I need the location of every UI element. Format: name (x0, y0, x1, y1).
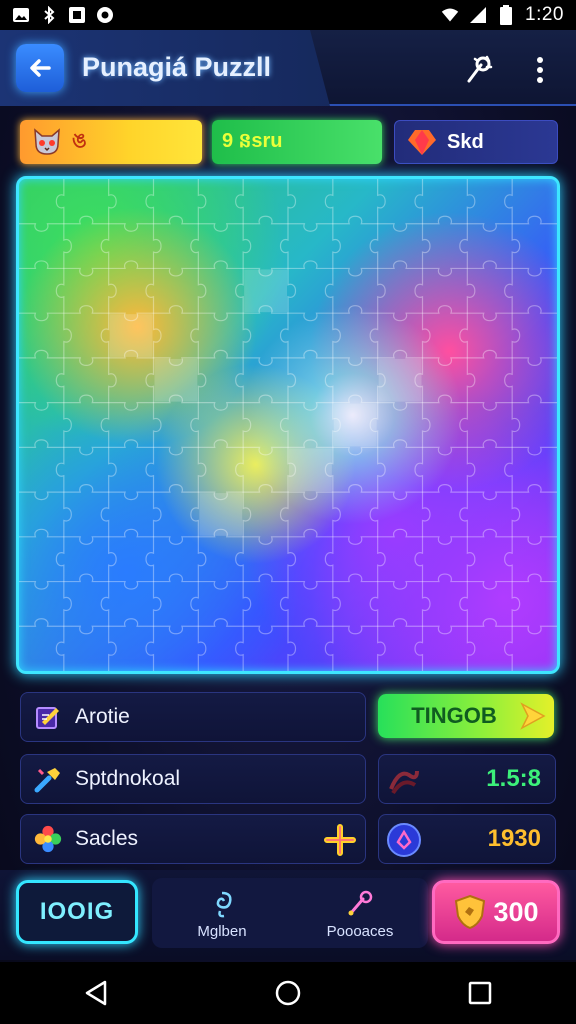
bluetooth-icon (40, 6, 58, 24)
puzzle-piece-highlight (333, 403, 377, 447)
back-button[interactable] (16, 44, 64, 92)
location-icon (96, 6, 114, 24)
go-button[interactable]: TINGOB (378, 694, 554, 738)
heart-gem-icon (405, 125, 439, 159)
home-tab-label: IOOIG (39, 898, 115, 925)
wand-icon (467, 55, 493, 83)
puzzle-piece-highlight (154, 358, 198, 402)
puzzle-seam-vertical (459, 179, 476, 671)
stat-row-3: Sacles (20, 814, 366, 864)
tab-score-label: 9 នsru (222, 130, 283, 152)
time-value: 1.5:8 (486, 765, 541, 792)
stat-row-1-label: Arotie (75, 705, 130, 728)
more-vertical-icon (537, 57, 543, 83)
stat-row-3-label: Sacles (75, 827, 139, 850)
wave-icon (385, 761, 423, 799)
status-left (12, 6, 114, 24)
hint-button[interactable] (458, 50, 498, 90)
spiral-icon (216, 891, 232, 917)
go-button-label: TINGOB (411, 703, 497, 728)
nav-recents-button[interactable] (460, 973, 500, 1013)
gallery-icon (68, 6, 86, 24)
triangle-back-icon (85, 980, 107, 1006)
badge-icon (385, 821, 423, 859)
status-right: 1:20 (441, 4, 564, 26)
nav-back-button[interactable] (76, 973, 116, 1013)
more-menu-button[interactable] (524, 50, 556, 90)
status-bar: 1:20 (0, 0, 576, 30)
tab-skill-label: Skd (447, 130, 484, 153)
tab-mglben-label: Mglben (197, 922, 247, 940)
battery-icon (497, 5, 515, 25)
puzzle-board[interactable] (16, 176, 560, 674)
circle-home-icon (275, 980, 301, 1006)
puzzle-grid (19, 179, 557, 671)
tab-mglben[interactable]: Mglben (162, 884, 282, 944)
status-time: 1:20 (525, 4, 564, 25)
bottom-tab-bar: IOOIG Mglben Poooaces 300 (0, 870, 576, 960)
tab-skill[interactable]: Skd (394, 120, 558, 164)
edit-icon (33, 702, 63, 732)
app-screen: 1:20 Punagiá Puzzll ঙ 9 នsru Skd Arotie … (0, 0, 576, 1024)
time-value-box: 1.5:8 (378, 754, 556, 804)
puzzle-piece-highlight (109, 314, 153, 357)
puzzle-seam-vertical (414, 179, 431, 671)
nav-home-button[interactable] (268, 973, 308, 1013)
puzzle-piece-highlight (199, 493, 243, 536)
tab-cat[interactable]: ঙ (20, 120, 202, 164)
score-value: 1930 (487, 825, 541, 852)
cat-icon (30, 125, 64, 159)
system-nav-bar (0, 962, 576, 1024)
arrow-right-icon (520, 702, 546, 730)
app-header: Punagiá Puzzll (0, 30, 576, 106)
stat-row-2-label: Sptdnokoal (75, 767, 181, 790)
coins-button[interactable]: 300 (432, 880, 560, 944)
coins-value: 300 (493, 896, 539, 927)
plus-icon (324, 824, 356, 856)
home-tab-button[interactable]: IOOIG (16, 880, 138, 944)
score-value-box: 1930 (378, 814, 556, 864)
puzzle-seam-vertical (279, 179, 297, 671)
puzzle-seam-vertical (145, 179, 162, 671)
tab-poooaces-label: Poooaces (326, 922, 394, 940)
brush-icon (348, 890, 373, 915)
puzzle-piece-highlight (378, 358, 422, 402)
puzzle-seam-vertical (235, 179, 252, 671)
stat-row-1: Arotie (20, 692, 366, 742)
tab-score[interactable]: 9 នsru (212, 120, 382, 164)
arrow-left-icon (30, 59, 51, 77)
tab-poooaces[interactable]: Poooaces (300, 884, 420, 944)
square-recents-icon (468, 981, 492, 1005)
add-button[interactable] (321, 821, 359, 859)
signal-icon (469, 6, 487, 24)
tab-cat-label: ঙ (72, 129, 87, 152)
hammer-icon (33, 764, 63, 794)
puzzle-seam-vertical (504, 179, 521, 671)
page-title: Punagiá Puzzll (82, 52, 272, 82)
stat-row-2: Sptdnokoal (20, 754, 366, 804)
puzzle-seam-vertical (100, 179, 117, 671)
flower-icon (33, 824, 63, 854)
bottom-center-group: Mglben Poooaces (152, 878, 428, 948)
image-icon (12, 6, 30, 24)
shield-coin-icon (455, 894, 486, 930)
puzzle-seam-vertical (55, 179, 72, 671)
puzzle-piece-highlight (289, 448, 332, 492)
wifi-icon (441, 6, 459, 24)
puzzle-piece-highlight (244, 269, 287, 313)
puzzle-seam-vertical (190, 179, 207, 671)
